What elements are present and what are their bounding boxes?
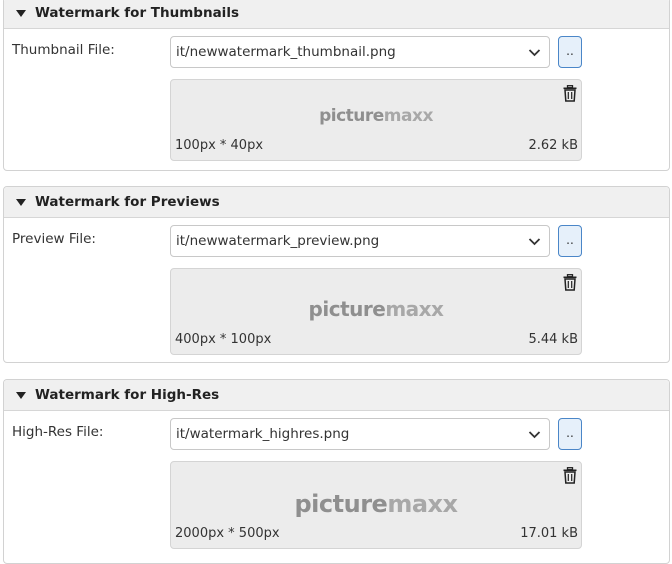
image-dimensions: 2000px * 500px [175, 526, 280, 541]
highres-file-select[interactable]: it/watermark_highres.png [170, 418, 550, 450]
thumbnail-preview: picturemaxx 100px * 40px 2.62 kB [170, 79, 582, 161]
watermark-thumbnails-header[interactable]: Watermark for Thumbnails [4, 0, 669, 29]
thumbnail-file-label: Thumbnail File: [12, 42, 115, 58]
watermark-previews-header[interactable]: Watermark for Previews [4, 187, 669, 218]
image-dimensions: 400px * 100px [175, 332, 272, 347]
select-value: it/watermark_highres.png [176, 426, 350, 442]
panel-title: Watermark for High-Res [35, 387, 220, 403]
file-size: 17.01 kB [520, 526, 578, 541]
watermark-previews-panel: Watermark for Previews Preview File: it/… [3, 186, 670, 363]
highres-browse-button[interactable]: .. [558, 418, 582, 450]
image-dimensions: 100px * 40px [175, 138, 264, 153]
chevron-down-icon [528, 49, 541, 57]
file-size: 2.62 kB [528, 138, 578, 153]
trash-icon[interactable] [562, 467, 578, 484]
watermark-logo: picturemaxx [294, 490, 458, 518]
highres-preview: picturemaxx 2000px * 500px 17.01 kB [170, 461, 582, 549]
watermark-logo: picturemaxx [319, 106, 433, 126]
preview-browse-button[interactable]: .. [558, 225, 582, 257]
watermark-highres-header[interactable]: Watermark for High-Res [4, 380, 669, 411]
watermark-thumbnails-panel: Watermark for Thumbnails Thumbnail File:… [3, 0, 670, 171]
highres-file-label: High-Res File: [12, 424, 104, 440]
thumbnail-browse-button[interactable]: .. [558, 36, 582, 68]
chevron-down-icon [528, 238, 541, 246]
caret-down-icon [16, 199, 26, 206]
caret-down-icon [16, 392, 26, 399]
panel-title: Watermark for Thumbnails [35, 5, 239, 21]
file-size: 5.44 kB [528, 332, 578, 347]
panel-title: Watermark for Previews [35, 194, 220, 210]
preview-file-select[interactable]: it/newwatermark_preview.png [170, 225, 550, 257]
trash-icon[interactable] [562, 274, 578, 291]
watermark-highres-panel: Watermark for High-Res High-Res File: it… [3, 379, 670, 564]
chevron-down-icon [528, 431, 541, 439]
trash-icon[interactable] [562, 85, 578, 102]
select-value: it/newwatermark_preview.png [176, 233, 380, 249]
preview-file-label: Preview File: [12, 231, 96, 247]
caret-down-icon [16, 10, 26, 17]
thumbnail-file-select[interactable]: it/newwatermark_thumbnail.png [170, 36, 550, 68]
preview-preview: picturemaxx 400px * 100px 5.44 kB [170, 268, 582, 355]
watermark-logo: picturemaxx [308, 297, 444, 321]
select-value: it/newwatermark_thumbnail.png [176, 44, 396, 60]
